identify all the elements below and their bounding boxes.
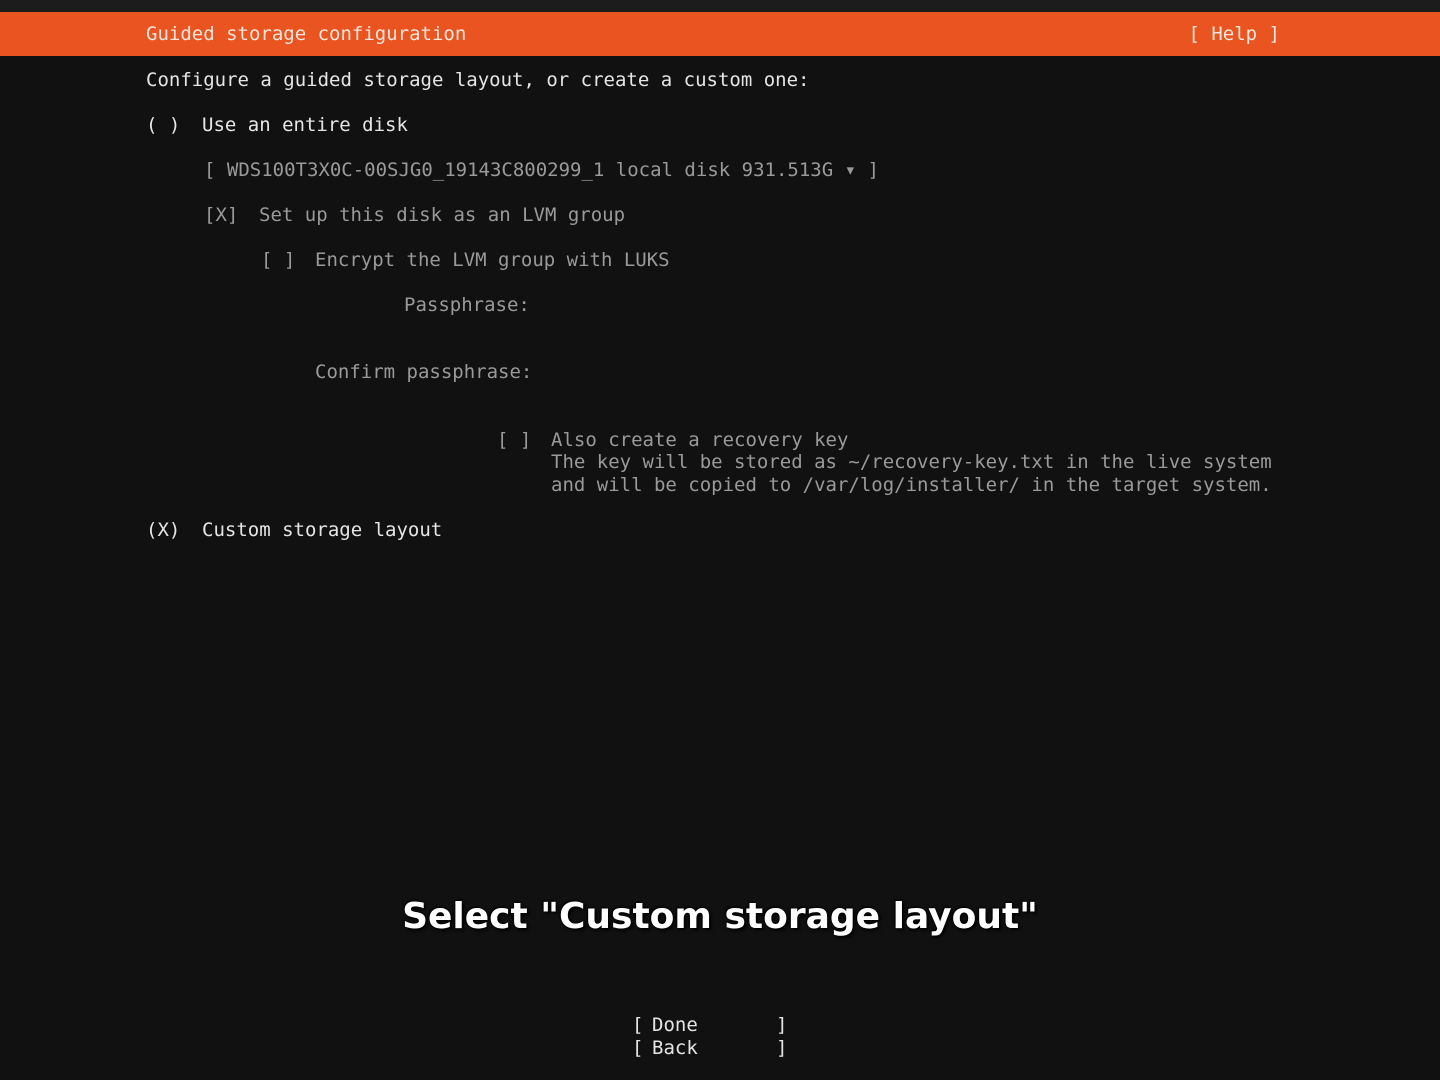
page-title: Guided storage configuration: [146, 23, 467, 45]
lvm-label: Set up this disk as an LVM group: [259, 204, 626, 226]
done-left-bracket: [: [632, 1014, 644, 1036]
entire-disk-label[interactable]: Use an entire disk: [202, 114, 408, 137]
back-label: Back: [652, 1037, 698, 1059]
confirm-passphrase-label: Confirm passphrase:: [315, 361, 533, 383]
disk-select[interactable]: [ WDS100T3X0C-00SJG0_19143C800299_1 loca…: [204, 159, 879, 182]
done-button[interactable]: [ Done ]: [632, 1014, 792, 1037]
luks-label: Encrypt the LVM group with LUKS: [315, 249, 670, 271]
entire-disk-radio[interactable]: ( ): [146, 114, 180, 137]
recovery-key-label: Also create a recovery key: [551, 429, 849, 451]
top-strip: [0, 0, 1440, 12]
recovery-key-checkbox[interactable]: [ ]: [497, 429, 531, 452]
back-button[interactable]: [ Back ]: [632, 1037, 792, 1060]
done-label: Done: [652, 1014, 698, 1036]
intro-text: Configure a guided storage layout, or cr…: [146, 69, 810, 91]
lvm-checkbox[interactable]: [X]: [204, 204, 238, 227]
back-right-bracket: ]: [776, 1037, 788, 1059]
passphrase-label: Passphrase:: [404, 294, 530, 316]
custom-layout-radio[interactable]: (X): [146, 519, 180, 542]
done-right-bracket: ]: [776, 1014, 788, 1036]
custom-layout-label[interactable]: Custom storage layout: [202, 519, 442, 542]
video-caption: Select "Custom storage layout": [402, 896, 1038, 937]
recovery-key-help-line-2: and will be copied to /var/log/installer…: [551, 474, 1272, 496]
luks-checkbox[interactable]: [ ]: [261, 249, 295, 272]
recovery-key-help-line-1: The key will be stored as ~/recovery-key…: [551, 451, 1272, 473]
title-bar: Guided storage configuration [ Help ]: [0, 12, 1440, 56]
help-button[interactable]: [ Help ]: [1188, 23, 1280, 45]
back-left-bracket: [: [632, 1037, 644, 1059]
